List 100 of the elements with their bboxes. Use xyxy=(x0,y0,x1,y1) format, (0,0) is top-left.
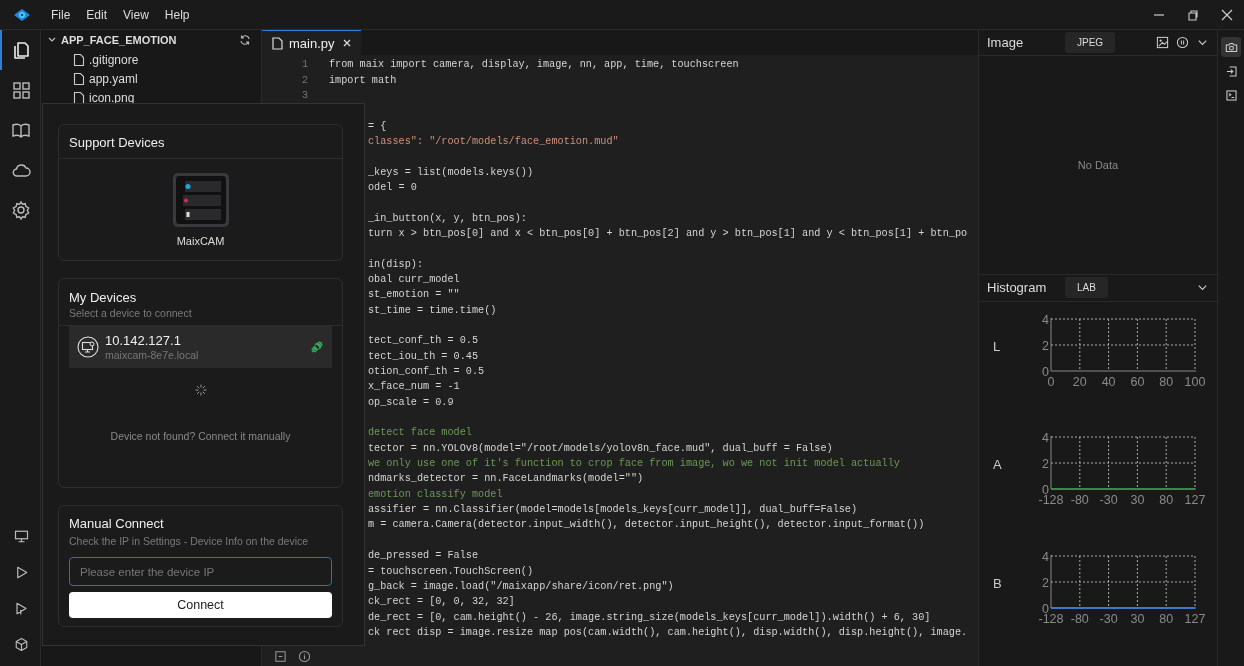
menu-item[interactable]: Edit xyxy=(78,7,116,22)
tick-label: -80 xyxy=(1070,493,1089,507)
tick-label: 127 xyxy=(1184,493,1206,507)
tick-label: -30 xyxy=(1099,611,1118,626)
line-number: 3 xyxy=(300,89,309,101)
code-line: tect_iou_th = 0.45 xyxy=(368,350,479,362)
grid-icon[interactable] xyxy=(11,80,31,100)
explorer-entry[interactable]: .gitignore xyxy=(41,50,261,69)
code-line: import math xyxy=(329,74,397,86)
code-line: st_time = time.time() xyxy=(368,304,497,316)
code-comment: detect face model xyxy=(368,427,472,439)
restore-icon[interactable] xyxy=(1186,7,1200,22)
code-line: assifier = nn.Classifier(model=models[models_keys[curr_model]], dual_buff=False) xyxy=(368,504,858,516)
collapse-icon[interactable] xyxy=(274,649,287,663)
mode-button[interactable]: LAB xyxy=(1065,277,1108,299)
empty-message: No Data xyxy=(1077,159,1119,172)
code-line: g_back = image.load("/maixapp/share/icon/ret.png") xyxy=(368,580,674,592)
code-line: ck rect disp = image.resize map pos(cam.width(), cam.height(), disp.width(), disp.height(), image. xyxy=(368,626,968,638)
box-icon[interactable] xyxy=(13,636,29,652)
tick-label: 40 xyxy=(1101,374,1116,389)
refresh-icon[interactable] xyxy=(239,34,251,46)
monitor-icon[interactable] xyxy=(13,528,29,544)
ip-input-field[interactable]: Please enter the device IP xyxy=(69,557,332,586)
terminal-icon[interactable] xyxy=(1224,88,1238,102)
channel-label: L xyxy=(992,338,1002,354)
code-comment: emotion classify model xyxy=(368,488,503,500)
hint-text: Device not found? Connect it manually xyxy=(109,430,292,442)
panel-title: Image xyxy=(987,35,1025,51)
file-icon xyxy=(73,90,85,105)
info-icon[interactable] xyxy=(298,649,311,663)
files-icon[interactable] xyxy=(11,40,31,60)
code-line: tect_conf_th = 0.5 xyxy=(368,335,479,347)
tick-label: -80 xyxy=(1070,611,1089,626)
line-number: 1 xyxy=(300,59,309,71)
code-line: turn x > btn_pos[0] and x < btn_pos[0] + btn_pos[2] and y > btn_pos[1] and y < btn_pos[1] + btn_po xyxy=(368,227,968,239)
tab-label: main.py xyxy=(289,35,335,51)
code-line: _in_button(x, y, btn_pos): xyxy=(368,212,527,224)
line-number: 2 xyxy=(300,74,309,86)
code-line: x_face_num = -1 xyxy=(368,381,460,393)
tick-label: -128 xyxy=(1038,493,1064,507)
code-line: st_emotion = "" xyxy=(368,289,460,301)
card-title: Support Devices xyxy=(69,135,166,150)
device-ip: 10.142.127.1 xyxy=(105,333,182,348)
channel-label: A xyxy=(992,457,1003,472)
tick-label: 80 xyxy=(1159,611,1174,626)
device-row[interactable]: 10.142.127.1 maixcam-8e7e.local xyxy=(69,326,332,368)
tick-label: 80 xyxy=(1159,374,1174,389)
tick-label: 2 xyxy=(1042,338,1049,352)
code-line: classes": "/root/models/face_emotion.mud" xyxy=(368,135,619,147)
folder-title: APP_FACE_EMOTION xyxy=(61,34,178,46)
close-icon[interactable] xyxy=(1220,7,1234,22)
pause-icon[interactable] xyxy=(1176,36,1189,50)
editor-tab[interactable]: main.py xyxy=(262,30,361,55)
code-line: de_pressed = False xyxy=(368,550,479,562)
tick-label: 4 xyxy=(1042,430,1049,445)
tick-label: 2 xyxy=(1042,456,1049,471)
panel-title: Histogram xyxy=(987,280,1048,296)
code-line: = { xyxy=(368,120,387,132)
tick-label: 0 xyxy=(1047,374,1055,389)
code-line: _keys = list(models.keys()) xyxy=(368,166,534,178)
code-line: ndmarks_detector = nn.FaceLandmarks(model="") xyxy=(368,473,644,485)
tick-label: 20 xyxy=(1072,374,1087,389)
card-title: Manual Connect xyxy=(69,516,165,531)
close-icon[interactable] xyxy=(342,39,351,47)
tick-label: 100 xyxy=(1184,374,1206,389)
format-button[interactable]: JPEG xyxy=(1065,32,1116,54)
file-icon xyxy=(73,52,85,67)
connect-button[interactable]: Connect xyxy=(69,592,332,618)
code-line: tector = nn.YOLOv8(model="/root/models/yolov8n_face.mud", dual_buff = False) xyxy=(368,442,833,454)
tick-label: 30 xyxy=(1130,493,1145,507)
import-icon[interactable] xyxy=(1224,64,1238,78)
code-line: m = camera.Camera(detector.input_width(), detector.input_height(), detector.input_format()) xyxy=(368,519,925,531)
code-line: in(disp): xyxy=(368,258,424,270)
plug-icon[interactable] xyxy=(310,340,324,354)
code-line: obal curr_model xyxy=(368,274,460,285)
device-host: maixcam-8e7e.local xyxy=(105,349,200,361)
card-subtitle: Select a device to connect xyxy=(69,307,193,319)
code-line: de_rect = [0, cam.height() - 26, image.string_size(models_keys[curr_model]).width() + 6, 30] xyxy=(368,611,931,623)
tick-label: -30 xyxy=(1099,493,1118,507)
device-option[interactable]: MaixCAM xyxy=(59,159,342,247)
app-logo-icon xyxy=(13,7,31,22)
code-line: = touchscreen.TouchScreen() xyxy=(368,565,534,577)
settings-icon[interactable] xyxy=(11,200,31,220)
card-title: My Devices xyxy=(69,290,138,305)
tick-label: 0 xyxy=(1042,364,1049,378)
code-line: from maix import camera, display, image, nn, app, time, touchscreen xyxy=(329,59,739,71)
menu-item[interactable]: View xyxy=(115,7,157,22)
explorer-entry[interactable]: app.yaml xyxy=(41,69,261,88)
menu-item[interactable]: File xyxy=(43,7,79,22)
play-step-icon[interactable] xyxy=(13,600,29,616)
code-line: odel = 0 xyxy=(368,181,417,193)
code-line: ck_rect = [0, 0, 32, 32] xyxy=(368,596,515,608)
tick-label: 4 xyxy=(1042,312,1049,326)
file-icon xyxy=(73,71,85,86)
code-comment: we only use one of it's function to crop face from image, wo we not init model actually xyxy=(368,458,900,470)
image-icon[interactable] xyxy=(1156,36,1169,50)
tick-label: 80 xyxy=(1159,493,1174,507)
tick-label: 2 xyxy=(1042,575,1049,589)
code-line: otion_conf_th = 0.5 xyxy=(368,366,485,378)
menu-item[interactable]: Help xyxy=(156,7,198,22)
